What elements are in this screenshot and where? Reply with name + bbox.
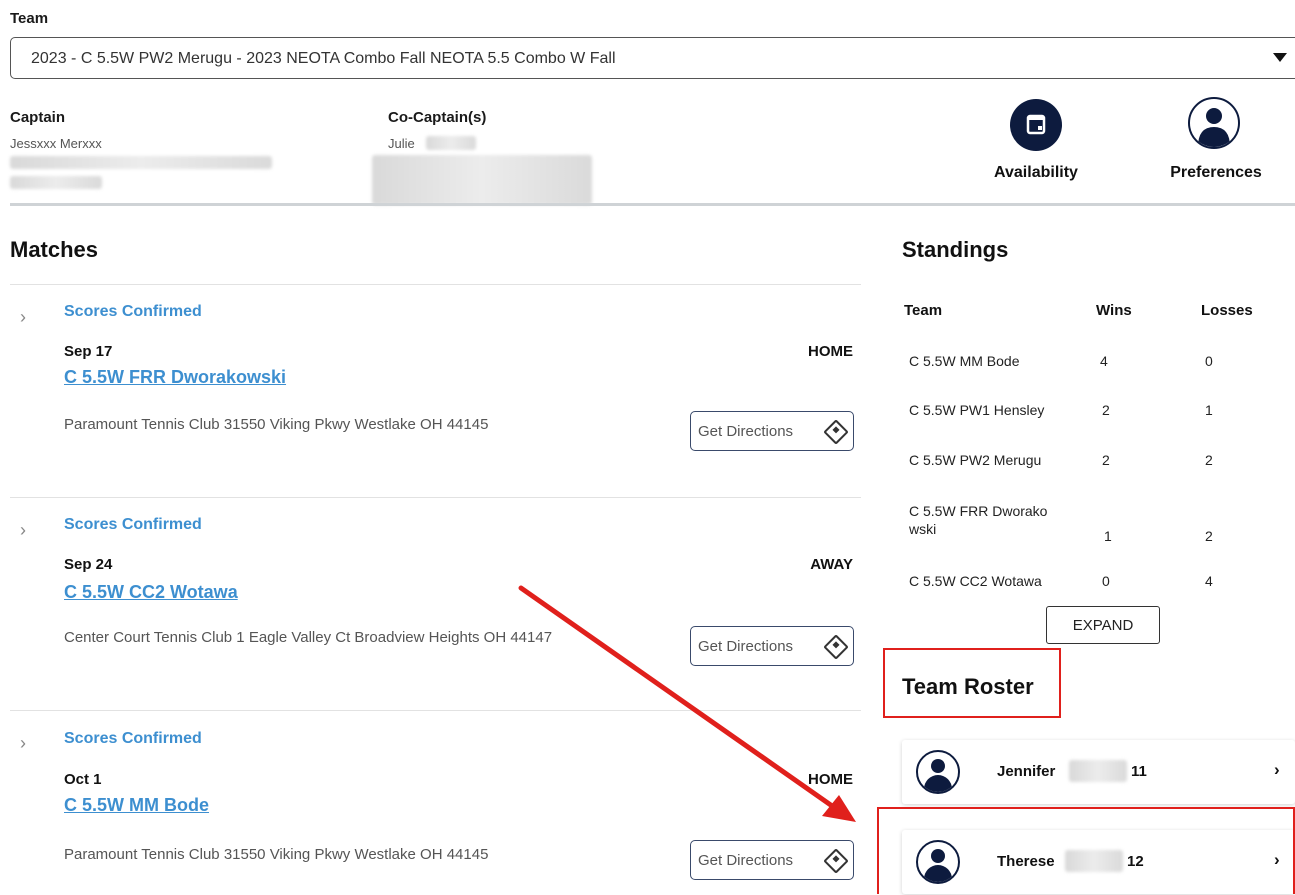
matches-title: Matches: [10, 237, 99, 262]
co-captain-contact-redacted: [372, 155, 592, 205]
standings-team: C 5.5W FRR Dworako: [909, 503, 1048, 519]
team-label: Team: [10, 10, 49, 27]
match-location: Center Court Tennis Club 1 Eagle Valley …: [64, 629, 553, 646]
person-icon: [1198, 108, 1230, 147]
captain-label: Captain: [10, 109, 66, 126]
standings-losses: 0: [1205, 353, 1213, 369]
player-number: 11: [1131, 763, 1147, 780]
availability-button[interactable]: [1010, 99, 1062, 151]
standings-title: Standings: [902, 237, 1009, 262]
get-directions-button[interactable]: Get Directions: [690, 840, 854, 880]
chevron-right-icon[interactable]: ›: [20, 520, 26, 541]
match-opponent-link[interactable]: C 5.5W CC2 Wotawa: [64, 582, 238, 603]
standings-wins: 2: [1102, 452, 1110, 468]
standings-team: C 5.5W PW1 Hensley: [909, 402, 1045, 418]
captain-contact-redacted-2: [10, 176, 102, 189]
match-status: Scores Confirmed: [64, 303, 202, 320]
expand-label: EXPAND: [1072, 617, 1134, 634]
captain-contact-redacted: [10, 156, 272, 169]
standings-team-wrap: wski: [909, 521, 937, 537]
header-divider: [10, 203, 1295, 206]
team-select[interactable]: 2023 - C 5.5W PW2 Merugu - 2023 NEOTA Co…: [10, 37, 1295, 79]
standings-losses: 2: [1205, 528, 1213, 544]
preferences-label[interactable]: Preferences: [1153, 164, 1279, 182]
match-date: Sep 24: [64, 556, 113, 573]
standings-team: C 5.5W PW2 Merugu: [909, 452, 1042, 468]
avatar: [916, 750, 960, 794]
annotation-highlight-box: [877, 807, 1295, 894]
chevron-right-icon: ›: [1274, 760, 1280, 779]
match-card: › Scores Confirmed Sep 17 HOME C 5.5W FR…: [10, 284, 861, 498]
get-directions-button[interactable]: Get Directions: [690, 626, 854, 666]
standings-col-losses: Losses: [1201, 302, 1253, 319]
team-select-value: 2023 - C 5.5W PW2 Merugu - 2023 NEOTA Co…: [31, 50, 616, 67]
annotation-highlight-box: [883, 648, 1061, 718]
match-location: Paramount Tennis Club 31550 Viking Pkwy …: [64, 416, 489, 433]
match-card: › Scores Confirmed Oct 1 HOME C 5.5W MM …: [10, 710, 861, 895]
get-directions-label: Get Directions: [698, 423, 794, 440]
match-status: Scores Confirmed: [64, 730, 202, 747]
standings-team: C 5.5W CC2 Wotawa: [909, 573, 1042, 589]
co-captain-name: Julie: [388, 136, 415, 151]
directions-icon: [823, 634, 849, 660]
match-opponent-link[interactable]: C 5.5W MM Bode: [64, 795, 209, 816]
match-status: Scores Confirmed: [64, 516, 202, 533]
expand-button[interactable]: EXPAND: [1046, 606, 1160, 644]
standings-col-wins: Wins: [1096, 302, 1132, 319]
standings-team: C 5.5W MM Bode: [909, 353, 1020, 369]
standings-wins: 4: [1100, 353, 1108, 369]
standings-wins: 2: [1102, 402, 1110, 418]
match-card: › Scores Confirmed Sep 24 AWAY C 5.5W CC…: [10, 497, 861, 711]
availability-label[interactable]: Availability: [975, 164, 1097, 182]
match-home-away: AWAY: [810, 556, 853, 573]
player-name: Jennifer: [997, 763, 1056, 780]
match-home-away: HOME: [808, 343, 853, 360]
co-captain-label: Co-Captain(s): [388, 109, 487, 126]
get-directions-button[interactable]: Get Directions: [690, 411, 854, 451]
standings-losses: 1: [1205, 402, 1213, 418]
roster-player-card[interactable]: Jennifer 11 ›: [902, 740, 1295, 804]
chevron-right-icon[interactable]: ›: [20, 733, 26, 754]
standings-col-team: Team: [904, 302, 943, 319]
match-date: Sep 17: [64, 343, 113, 360]
directions-icon: [823, 848, 849, 874]
match-location: Paramount Tennis Club 31550 Viking Pkwy …: [64, 846, 489, 863]
directions-icon: [823, 419, 849, 445]
match-date: Oct 1: [64, 771, 102, 788]
chevron-right-icon[interactable]: ›: [20, 307, 26, 328]
co-captain-surname-redacted: [426, 136, 476, 150]
standings-wins: 0: [1102, 573, 1110, 589]
match-opponent-link[interactable]: C 5.5W FRR Dworakowski: [64, 367, 286, 388]
standings-losses: 2: [1205, 452, 1213, 468]
caret-down-icon: [1273, 53, 1287, 62]
captain-name: Jessxxx Merxxx: [10, 136, 102, 151]
standings-losses: 4: [1205, 573, 1213, 589]
standings-wins: 1: [1104, 528, 1112, 544]
calendar-icon: [1026, 114, 1046, 135]
get-directions-label: Get Directions: [698, 852, 794, 869]
player-surname-redacted: [1069, 760, 1127, 782]
match-home-away: HOME: [808, 771, 853, 788]
preferences-button[interactable]: [1188, 97, 1240, 149]
get-directions-label: Get Directions: [698, 638, 794, 655]
